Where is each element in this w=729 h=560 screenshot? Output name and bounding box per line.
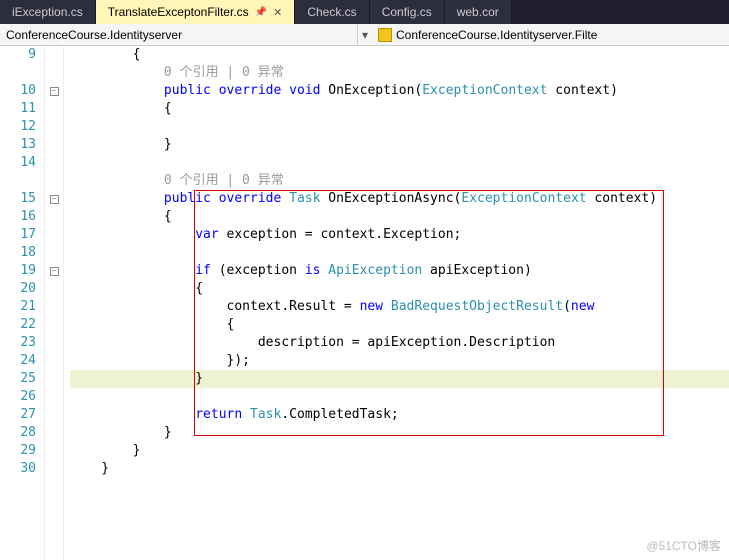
fold-toggle-icon[interactable]: − bbox=[50, 87, 59, 96]
namespace-icon bbox=[378, 28, 392, 42]
code-editor[interactable]: 9 10 11 12 13 14 15 16 17 18 19 20 21 22… bbox=[0, 46, 729, 560]
fold-toggle-icon[interactable]: − bbox=[50, 195, 59, 204]
close-icon[interactable]: ✕ bbox=[273, 6, 282, 19]
line-numbers: 9 10 11 12 13 14 15 16 17 18 19 20 21 22… bbox=[0, 46, 44, 560]
breadcrumb-member[interactable]: ConferenceCourse.Identityserver.Filte bbox=[372, 24, 729, 45]
tab-webconfig[interactable]: web.cor bbox=[445, 0, 512, 24]
pin-icon[interactable]: 📌 bbox=[255, 7, 267, 18]
tab-check[interactable]: Check.cs bbox=[295, 0, 369, 24]
fold-toggle-icon[interactable]: − bbox=[50, 267, 59, 276]
chevron-down-icon[interactable]: ▾ bbox=[358, 28, 372, 42]
tab-iexception[interactable]: iException.cs bbox=[0, 0, 96, 24]
code-area[interactable]: { 0 个引用 | 0 异常 public override void OnEx… bbox=[64, 46, 729, 560]
tab-translateexceptonfilter[interactable]: TranslateExceptonFilter.cs📌✕ bbox=[96, 0, 296, 24]
tab-config[interactable]: Config.cs bbox=[370, 0, 445, 24]
watermark: @51CTO博客 bbox=[646, 537, 721, 554]
breadcrumb: ConferenceCourse.Identityserver ▾ Confer… bbox=[0, 24, 729, 46]
breadcrumb-namespace[interactable]: ConferenceCourse.Identityserver bbox=[0, 24, 358, 45]
editor-tabs: iException.cs TranslateExceptonFilter.cs… bbox=[0, 0, 729, 24]
fold-gutter: − − − bbox=[44, 46, 64, 560]
